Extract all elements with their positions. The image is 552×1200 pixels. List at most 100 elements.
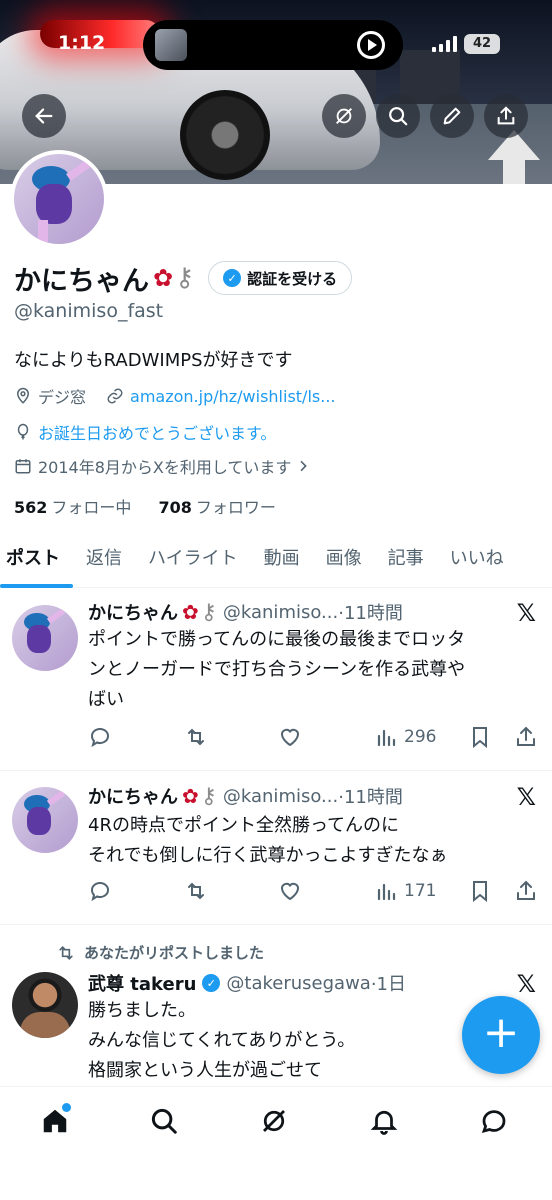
compose-post-button[interactable]: + — [462, 996, 540, 1074]
key-icon: ⚷ — [175, 263, 195, 293]
grok-button[interactable] — [322, 94, 366, 138]
status-bar: 1:12 42 — [0, 0, 552, 90]
bookmark-button[interactable] — [468, 879, 492, 903]
post-avatar[interactable] — [12, 972, 78, 1038]
reply-button[interactable] — [88, 879, 112, 903]
post-avatar[interactable] — [12, 787, 78, 853]
joined-text: 2014年8月からXを利用しています — [38, 458, 292, 477]
following-link[interactable]: 562 フォロー中 — [14, 498, 131, 517]
bell-icon — [370, 1110, 398, 1135]
location-icon — [16, 387, 30, 404]
share-post-button[interactable] — [514, 725, 538, 749]
followers-link[interactable]: 708 フォロワー — [159, 498, 276, 517]
birthday-text[interactable]: お誕生日おめでとうございます。 — [38, 420, 276, 444]
post-text-line: 4Rの時点でポイント全然勝ってんのに — [88, 815, 400, 836]
x-logo-icon[interactable]: 𝕏 — [517, 970, 536, 998]
profile-location: デジ窓 — [38, 388, 87, 407]
heart-icon — [280, 728, 300, 747]
dynamic-island[interactable] — [143, 20, 403, 70]
post-item[interactable]: かにちゃん ✿ ⚷ @kanimiso... ·11時間 𝕏 ポイントで勝ってん… — [0, 589, 552, 771]
repost-icon — [188, 728, 204, 746]
key-icon: ⚷ — [200, 783, 217, 809]
post-item[interactable]: あなたがリポストしました 武尊 takeru ✓ @takerusegawa ·… — [0, 926, 552, 1086]
play-icon[interactable] — [357, 31, 385, 59]
reply-button[interactable] — [88, 725, 112, 749]
bookmark-icon — [473, 881, 487, 903]
arrow-left-icon — [35, 108, 53, 124]
grok-icon — [336, 108, 352, 124]
post-actions: 296 — [88, 725, 540, 755]
post-author[interactable]: かにちゃん — [88, 783, 178, 809]
post-item[interactable]: かにちゃん ✿ ⚷ @kanimiso... ·11時間 𝕏 4Rの時点でポイン… — [0, 771, 552, 925]
x-logo-icon[interactable]: 𝕏 — [517, 599, 536, 627]
repost-button[interactable] — [184, 879, 208, 903]
key-icon: ⚷ — [200, 599, 217, 625]
verified-badge-icon: ✓ — [202, 974, 221, 992]
post-handle: @kanimiso... — [222, 601, 339, 623]
rose-icon: ✿ — [182, 784, 199, 808]
following-label: フォロー中 — [51, 498, 132, 517]
post-author[interactable]: かにちゃん — [88, 599, 178, 625]
tab-likes[interactable]: いいね — [437, 536, 517, 588]
bottom-navigation — [0, 1086, 552, 1200]
post-time: ·11時間 — [338, 603, 403, 624]
nav-messages[interactable] — [476, 1103, 512, 1139]
tab-replies[interactable]: 返信 — [73, 536, 135, 588]
post-text-line: ンとノーガードで打ち合うシーンを作る武尊や — [88, 659, 466, 680]
repost-indicator: あなたがリポストしました — [56, 942, 264, 963]
post-header: 武尊 takeru ✓ @takerusegawa ·1日 — [88, 970, 406, 996]
bookmark-button[interactable] — [468, 725, 492, 749]
get-verified-button[interactable]: ✓ 認証を受ける — [208, 261, 353, 295]
heart-icon — [280, 882, 300, 901]
reply-icon — [91, 882, 110, 902]
views-button[interactable]: 171 — [374, 879, 436, 903]
search-button[interactable] — [376, 94, 420, 138]
joined-row[interactable]: 2014年8月からXを利用しています — [14, 454, 317, 478]
post-handle: @kanimiso... — [222, 785, 339, 807]
following-count: 562 — [14, 498, 48, 517]
profile-link[interactable]: amazon.jp/hz/wishlist/ls... — [130, 387, 335, 406]
share-post-button[interactable] — [514, 879, 538, 903]
like-button[interactable] — [278, 725, 302, 749]
views-button[interactable]: 296 — [374, 725, 436, 749]
views-count: 296 — [404, 727, 437, 747]
nav-notifications[interactable] — [366, 1103, 402, 1139]
profile-avatar[interactable] — [10, 150, 108, 248]
tab-articles[interactable]: 記事 — [375, 536, 437, 588]
tab-videos[interactable]: 動画 — [251, 536, 313, 588]
share-icon — [497, 106, 515, 125]
battery-indicator: 42 — [464, 34, 500, 54]
share-button[interactable] — [484, 94, 528, 138]
banner-wheel — [180, 90, 270, 180]
post-time: ·11時間 — [338, 787, 403, 808]
like-button[interactable] — [278, 879, 302, 903]
edit-button[interactable] — [430, 94, 474, 138]
profile-name: かにちゃん — [14, 265, 149, 297]
profile-meta-row: デジ窓 amazon.jp/hz/wishlist/ls... — [14, 384, 335, 408]
notification-dot — [62, 1103, 71, 1112]
post-text: ポイントで勝ってんのに最後の最後までロッタ ンとノーガードで打ち合うシーンを作る… — [88, 625, 528, 715]
post-author[interactable]: 武尊 takeru — [88, 970, 196, 996]
chevron-right-icon — [300, 460, 308, 472]
road-arrow-stem — [503, 158, 525, 184]
tab-photos[interactable]: 画像 — [313, 536, 375, 588]
views-count: 171 — [404, 881, 437, 901]
bookmark-icon — [473, 727, 487, 749]
followers-label: フォロワー — [195, 498, 276, 517]
back-button[interactable] — [22, 94, 66, 138]
post-avatar[interactable] — [12, 605, 78, 671]
x-logo-icon[interactable]: 𝕏 — [517, 783, 536, 811]
calendar-icon — [15, 459, 31, 474]
nav-grok[interactable] — [256, 1103, 292, 1139]
post-text-line: 勝ちました。 — [88, 1000, 196, 1021]
tab-posts[interactable]: ポスト — [0, 536, 73, 588]
post-text-line: ポイントで勝ってんのに最後の最後までロッタ — [88, 629, 466, 650]
signal-icon — [432, 36, 458, 52]
nav-home[interactable] — [37, 1103, 73, 1139]
nav-search[interactable] — [146, 1103, 182, 1139]
balloon-icon — [17, 423, 29, 440]
pencil-icon — [443, 107, 461, 125]
repost-button[interactable] — [184, 725, 208, 749]
tab-highlights[interactable]: ハイライト — [135, 536, 251, 588]
profile-bio: なによりもRADWIMPSが好きです — [14, 350, 293, 371]
